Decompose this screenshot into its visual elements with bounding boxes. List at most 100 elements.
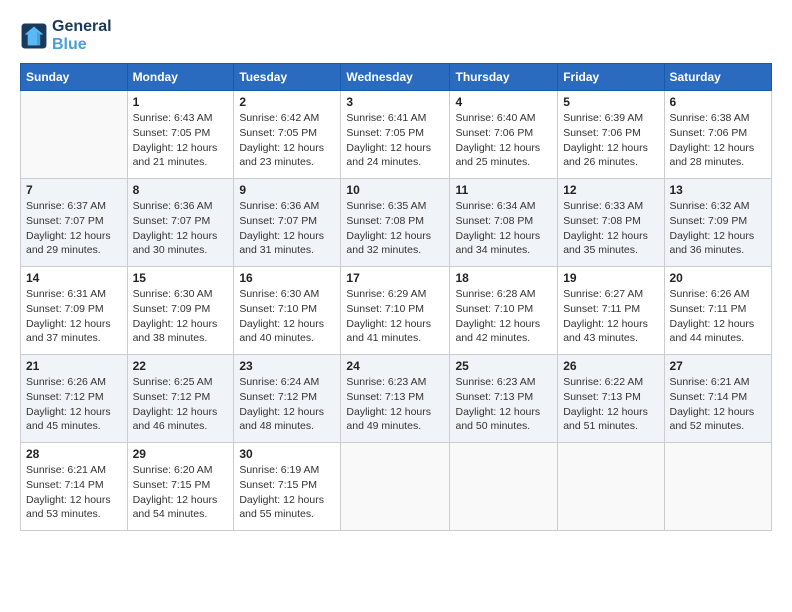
calendar-cell: 22 Sunrise: 6:25 AMSunset: 7:12 PMDayligh… [127, 355, 234, 443]
day-number: 7 [26, 183, 122, 197]
calendar-cell [558, 443, 664, 531]
day-number: 10 [346, 183, 444, 197]
calendar-cell: 24 Sunrise: 6:23 AMSunset: 7:13 PMDayligh… [341, 355, 450, 443]
header: General Blue [20, 18, 772, 53]
calendar-cell: 1 Sunrise: 6:43 AMSunset: 7:05 PMDaylight… [127, 91, 234, 179]
calendar-cell: 27Sunrise: 6:21 AMSunset: 7:14 PMDayligh… [664, 355, 772, 443]
calendar-cell: 21 Sunrise: 6:26 AMSunset: 7:12 PMDayligh… [21, 355, 128, 443]
calendar-cell [450, 443, 558, 531]
calendar-cell: 5 Sunrise: 6:39 AMSunset: 7:06 PMDaylight… [558, 91, 664, 179]
day-number: 11 [455, 183, 552, 197]
day-number: 21 [26, 359, 122, 373]
calendar-cell: 14 Sunrise: 6:31 AMSunset: 7:09 PMDayligh… [21, 267, 128, 355]
day-info: Sunrise: 6:33 AMSunset: 7:08 PMDaylight:… [563, 199, 658, 258]
day-number: 8 [133, 183, 229, 197]
calendar-cell: 29 Sunrise: 6:20 AMSunset: 7:15 PMDayligh… [127, 443, 234, 531]
day-info: Sunrise: 6:39 AMSunset: 7:06 PMDaylight:… [563, 111, 658, 170]
calendar-cell [21, 91, 128, 179]
day-number: 9 [239, 183, 335, 197]
day-info: Sunrise: 6:36 AMSunset: 7:07 PMDaylight:… [133, 199, 229, 258]
day-number: 2 [239, 95, 335, 109]
day-info: Sunrise: 6:22 AMSunset: 7:13 PMDaylight:… [563, 375, 658, 434]
day-info: Sunrise: 6:19 AMSunset: 7:15 PMDaylight:… [239, 463, 335, 522]
weekday-header: Monday [127, 64, 234, 91]
day-number: 6 [670, 95, 767, 109]
day-number: 3 [346, 95, 444, 109]
day-number: 17 [346, 271, 444, 285]
calendar-cell: 11Sunrise: 6:34 AMSunset: 7:08 PMDayligh… [450, 179, 558, 267]
calendar-cell: 28Sunrise: 6:21 AMSunset: 7:14 PMDayligh… [21, 443, 128, 531]
day-number: 29 [133, 447, 229, 461]
day-info: Sunrise: 6:26 AMSunset: 7:11 PMDaylight:… [670, 287, 767, 346]
calendar-cell: 13 Sunrise: 6:32 AMSunset: 7:09 PMDayligh… [664, 179, 772, 267]
calendar-table: SundayMondayTuesdayWednesdayThursdayFrid… [20, 63, 772, 531]
calendar-cell: 17 Sunrise: 6:29 AMSunset: 7:10 PMDayligh… [341, 267, 450, 355]
calendar-week-row: 7 Sunrise: 6:37 AMSunset: 7:07 PMDaylight… [21, 179, 772, 267]
day-number: 26 [563, 359, 658, 373]
day-info: Sunrise: 6:37 AMSunset: 7:07 PMDaylight:… [26, 199, 122, 258]
day-info: Sunrise: 6:27 AMSunset: 7:11 PMDaylight:… [563, 287, 658, 346]
day-number: 24 [346, 359, 444, 373]
calendar-week-row: 21 Sunrise: 6:26 AMSunset: 7:12 PMDayligh… [21, 355, 772, 443]
day-info: Sunrise: 6:20 AMSunset: 7:15 PMDaylight:… [133, 463, 229, 522]
day-info: Sunrise: 6:35 AMSunset: 7:08 PMDaylight:… [346, 199, 444, 258]
calendar-cell: 20Sunrise: 6:26 AMSunset: 7:11 PMDayligh… [664, 267, 772, 355]
calendar-cell: 19 Sunrise: 6:27 AMSunset: 7:11 PMDayligh… [558, 267, 664, 355]
calendar-cell [664, 443, 772, 531]
day-number: 5 [563, 95, 658, 109]
calendar-cell: 10 Sunrise: 6:35 AMSunset: 7:08 PMDayligh… [341, 179, 450, 267]
day-info: Sunrise: 6:28 AMSunset: 7:10 PMDaylight:… [455, 287, 552, 346]
calendar-cell: 3Sunrise: 6:41 AMSunset: 7:05 PMDaylight… [341, 91, 450, 179]
day-number: 19 [563, 271, 658, 285]
day-number: 25 [455, 359, 552, 373]
day-info: Sunrise: 6:32 AMSunset: 7:09 PMDaylight:… [670, 199, 767, 258]
day-info: Sunrise: 6:30 AMSunset: 7:09 PMDaylight:… [133, 287, 229, 346]
day-info: Sunrise: 6:26 AMSunset: 7:12 PMDaylight:… [26, 375, 122, 434]
logo-icon [20, 22, 48, 50]
day-number: 4 [455, 95, 552, 109]
calendar-week-row: 28Sunrise: 6:21 AMSunset: 7:14 PMDayligh… [21, 443, 772, 531]
calendar-cell: 9 Sunrise: 6:36 AMSunset: 7:07 PMDaylight… [234, 179, 341, 267]
day-info: Sunrise: 6:31 AMSunset: 7:09 PMDaylight:… [26, 287, 122, 346]
calendar-cell: 23Sunrise: 6:24 AMSunset: 7:12 PMDayligh… [234, 355, 341, 443]
calendar-cell: 15Sunrise: 6:30 AMSunset: 7:09 PMDayligh… [127, 267, 234, 355]
day-info: Sunrise: 6:25 AMSunset: 7:12 PMDaylight:… [133, 375, 229, 434]
day-info: Sunrise: 6:29 AMSunset: 7:10 PMDaylight:… [346, 287, 444, 346]
calendar-cell [341, 443, 450, 531]
day-info: Sunrise: 6:42 AMSunset: 7:05 PMDaylight:… [239, 111, 335, 170]
calendar-week-row: 1 Sunrise: 6:43 AMSunset: 7:05 PMDaylight… [21, 91, 772, 179]
day-number: 13 [670, 183, 767, 197]
calendar-cell: 8 Sunrise: 6:36 AMSunset: 7:07 PMDaylight… [127, 179, 234, 267]
day-info: Sunrise: 6:40 AMSunset: 7:06 PMDaylight:… [455, 111, 552, 170]
calendar-week-row: 14 Sunrise: 6:31 AMSunset: 7:09 PMDayligh… [21, 267, 772, 355]
day-number: 22 [133, 359, 229, 373]
weekday-header: Saturday [664, 64, 772, 91]
day-info: Sunrise: 6:43 AMSunset: 7:05 PMDaylight:… [133, 111, 229, 170]
day-info: Sunrise: 6:38 AMSunset: 7:06 PMDaylight:… [670, 111, 767, 170]
calendar-cell: 30Sunrise: 6:19 AMSunset: 7:15 PMDayligh… [234, 443, 341, 531]
weekday-header: Wednesday [341, 64, 450, 91]
weekday-header-row: SundayMondayTuesdayWednesdayThursdayFrid… [21, 64, 772, 91]
day-number: 27 [670, 359, 767, 373]
day-number: 12 [563, 183, 658, 197]
day-number: 14 [26, 271, 122, 285]
calendar-cell: 18Sunrise: 6:28 AMSunset: 7:10 PMDayligh… [450, 267, 558, 355]
weekday-header: Friday [558, 64, 664, 91]
logo-text: General Blue [52, 18, 112, 53]
day-info: Sunrise: 6:23 AMSunset: 7:13 PMDaylight:… [455, 375, 552, 434]
weekday-header: Thursday [450, 64, 558, 91]
day-number: 16 [239, 271, 335, 285]
day-info: Sunrise: 6:30 AMSunset: 7:10 PMDaylight:… [239, 287, 335, 346]
calendar-cell: 4 Sunrise: 6:40 AMSunset: 7:06 PMDaylight… [450, 91, 558, 179]
day-info: Sunrise: 6:23 AMSunset: 7:13 PMDaylight:… [346, 375, 444, 434]
calendar-cell: 2 Sunrise: 6:42 AMSunset: 7:05 PMDaylight… [234, 91, 341, 179]
calendar-cell: 12 Sunrise: 6:33 AMSunset: 7:08 PMDayligh… [558, 179, 664, 267]
day-number: 1 [133, 95, 229, 109]
day-number: 28 [26, 447, 122, 461]
day-number: 23 [239, 359, 335, 373]
logo: General Blue [20, 18, 112, 53]
calendar-cell: 25 Sunrise: 6:23 AMSunset: 7:13 PMDayligh… [450, 355, 558, 443]
calendar-cell: 6 Sunrise: 6:38 AMSunset: 7:06 PMDaylight… [664, 91, 772, 179]
day-info: Sunrise: 6:36 AMSunset: 7:07 PMDaylight:… [239, 199, 335, 258]
weekday-header: Tuesday [234, 64, 341, 91]
